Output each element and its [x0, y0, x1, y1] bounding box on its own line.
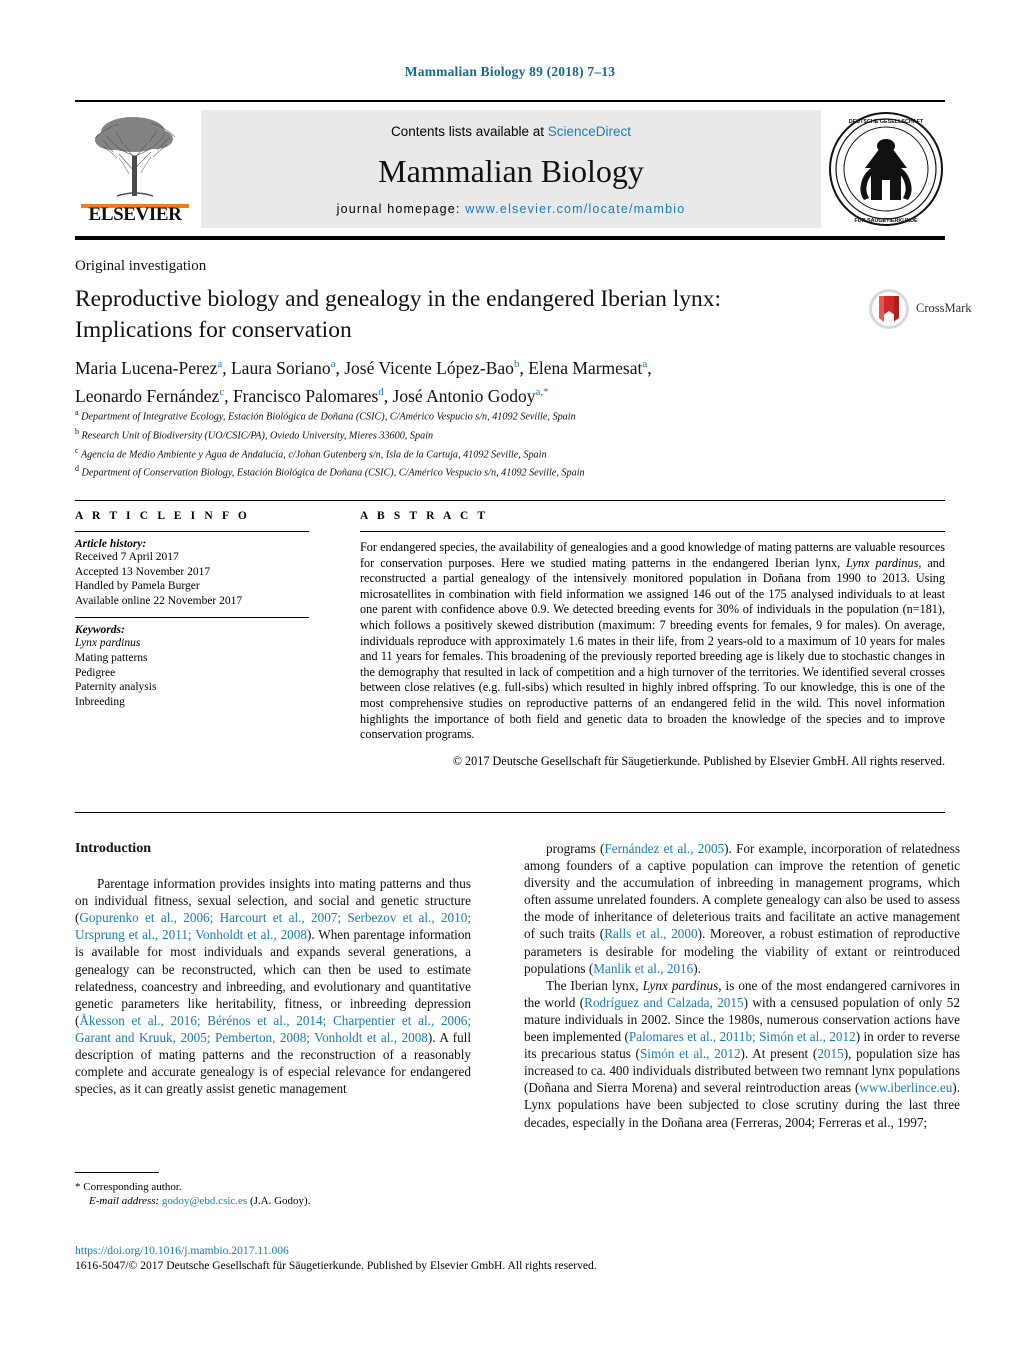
affiliation-3: d Department of Conservation Biology, Es… [75, 464, 585, 479]
affiliation-0: a Department of Integrative Ecology, Est… [75, 408, 576, 423]
crossmark-icon [869, 289, 909, 329]
footer-doi-block: https://doi.org/10.1016/j.mambio.2017.11… [75, 1243, 955, 1273]
journal-title: Mammalian Biology [378, 153, 644, 189]
svg-text:DEUTSCHE GESELLSCHAFT: DEUTSCHE GESELLSCHAFT [849, 119, 924, 125]
author-4: Leonardo Fernándezc, [75, 385, 233, 406]
doi-link[interactable]: https://doi.org/10.1016/j.mambio.2017.11… [75, 1243, 955, 1258]
crossmark-badge[interactable]: CrossMark [868, 288, 972, 332]
journal-masthead: ELSEVIER Contents lists available at Sci… [75, 100, 945, 228]
svg-text:FÜR SÄUGETIERKUNDE: FÜR SÄUGETIERKUNDE [854, 217, 918, 224]
author-6: José Antonio Godoya,* [392, 385, 549, 406]
footnote-rule [75, 1172, 159, 1173]
author-0: Maria Lucena-Pereza, [75, 357, 231, 378]
article-history-available-online: Available online 22 November 2017 [75, 594, 243, 607]
elsevier-logo: ELSEVIER [75, 110, 195, 228]
article-first-page: Mammalian Biology 89 (2018) 7–13 ELSEVIE… [0, 0, 1020, 1351]
masthead-bottom-rule [75, 236, 945, 240]
article-history-handled-by: Handled by Pamela Burger [75, 580, 200, 593]
running-head: Mammalian Biology 89 (2018) 7–13 [404, 64, 616, 79]
email-label: E-mail address: [89, 1195, 160, 1207]
masthead-center-panel: Contents lists available at ScienceDirec… [201, 110, 821, 228]
deutsche-gesellschaft-saeugetierkunde-icon: DEUTSCHE GESELLSCHAFT FÜR SÄUGETIERKUNDE [829, 112, 943, 226]
affiliation-1: b Research Unit of Biodiversity (UO/CSIC… [75, 426, 434, 442]
society-logo: DEUTSCHE GESELLSCHAFT FÜR SÄUGETIERKUNDE [827, 110, 945, 228]
author-3: Elena Marmesata, [528, 357, 652, 378]
abstract-copyright: © 2017 Deutsche Gesellschaft für Säugeti… [452, 753, 945, 768]
abstract-text: For endangered species, the availability… [360, 540, 945, 742]
article-info-heading: A R T I C L E I N F O [75, 510, 250, 522]
abstract-rule [360, 531, 945, 532]
email-line: E-mail address: godoy@ebd.csic.es (J.A. … [75, 1194, 471, 1208]
article-type-label: Original investigation [75, 258, 207, 274]
elsevier-tree-icon [94, 117, 176, 197]
affiliation-2: c Agencia de Medio Ambiente y Agua de An… [75, 445, 547, 460]
abstract-heading: A B S T R A C T [360, 510, 489, 522]
email-owner: (J.A. Godoy). [249, 1195, 311, 1207]
author-5: Francisco Palomaresd, [232, 385, 393, 406]
keyword-2: Pedigree [75, 666, 116, 679]
page-title: Reproductive biology and genealogy in th… [75, 284, 835, 346]
author-1: Laura Sorianoa, [230, 357, 345, 378]
contents-prefix: Contents lists available at [390, 124, 548, 139]
body-left-column: Introduction Parentage information provi… [75, 840, 471, 1097]
abstract-column: A B S T R A C T For endangered species, … [360, 510, 945, 769]
email-link[interactable]: godoy@ebd.csic.es [162, 1195, 247, 1207]
author-2: José Vicente López-Baob, [344, 357, 529, 378]
keywords-rule [75, 617, 309, 619]
affiliation-list: a Department of Integrative Ecology, Est… [75, 406, 905, 481]
keywords-label: Keywords: [75, 624, 125, 637]
keyword-4: Inbreeding [75, 695, 125, 708]
paragraph: The Iberian lynx, Lynx pardinus, is one … [524, 977, 961, 1130]
keyword-1: Mating patterns [75, 651, 148, 664]
keyword-0: Lynx pardinus [75, 637, 141, 650]
paragraph: Parentage information provides insights … [75, 876, 472, 1097]
corresponding-author-footnote: * Corresponding author. E-mail address: … [75, 1172, 471, 1208]
keyword-3: Paternity analysis [75, 681, 157, 694]
article-history-accepted: Accepted 13 November 2017 [75, 565, 211, 578]
homepage-url-link[interactable]: www.elsevier.com/locate/mambio [465, 202, 685, 216]
elsevier-wordmark: ELSEVIER [88, 204, 182, 225]
title-line-2: Implications for conservation [75, 317, 352, 343]
article-info-column: A R T I C L E I N F O Article history: R… [75, 510, 333, 709]
body-right-column: programs (Fernández et al., 2005). For e… [524, 840, 960, 1131]
section-heading-introduction: Introduction [75, 841, 151, 856]
author-list: Maria Lucena-Pereza, Laura Sorianoa, Jos… [75, 352, 895, 408]
issn-copyright-line: 1616-5047/© 2017 Deutsche Gesellschaft f… [75, 1259, 597, 1272]
article-info-abstract-block: A R T I C L E I N F O Article history: R… [75, 500, 945, 820]
article-info-rule [75, 531, 309, 532]
paragraph: programs (Fernández et al., 2005). For e… [524, 841, 960, 976]
homepage-prefix: journal homepage: [336, 202, 466, 216]
article-history-received: Received 7 April 2017 [75, 551, 179, 563]
journal-homepage-line: journal homepage: www.elsevier.com/locat… [201, 202, 821, 216]
article-history-label: Article history: [75, 538, 147, 550]
infobox-top-rule [75, 500, 945, 501]
infobox-bottom-rule [75, 812, 945, 813]
title-line-1: Reproductive biology and genealogy in th… [75, 286, 722, 312]
author-6-affiliation-mark: a,* [535, 385, 549, 398]
sciencedirect-link[interactable]: ScienceDirect [548, 124, 631, 139]
corresponding-author-note: * Corresponding author. [75, 1181, 182, 1193]
crossmark-label: CrossMark [916, 301, 972, 315]
contents-available-line: Contents lists available at ScienceDirec… [201, 124, 821, 139]
